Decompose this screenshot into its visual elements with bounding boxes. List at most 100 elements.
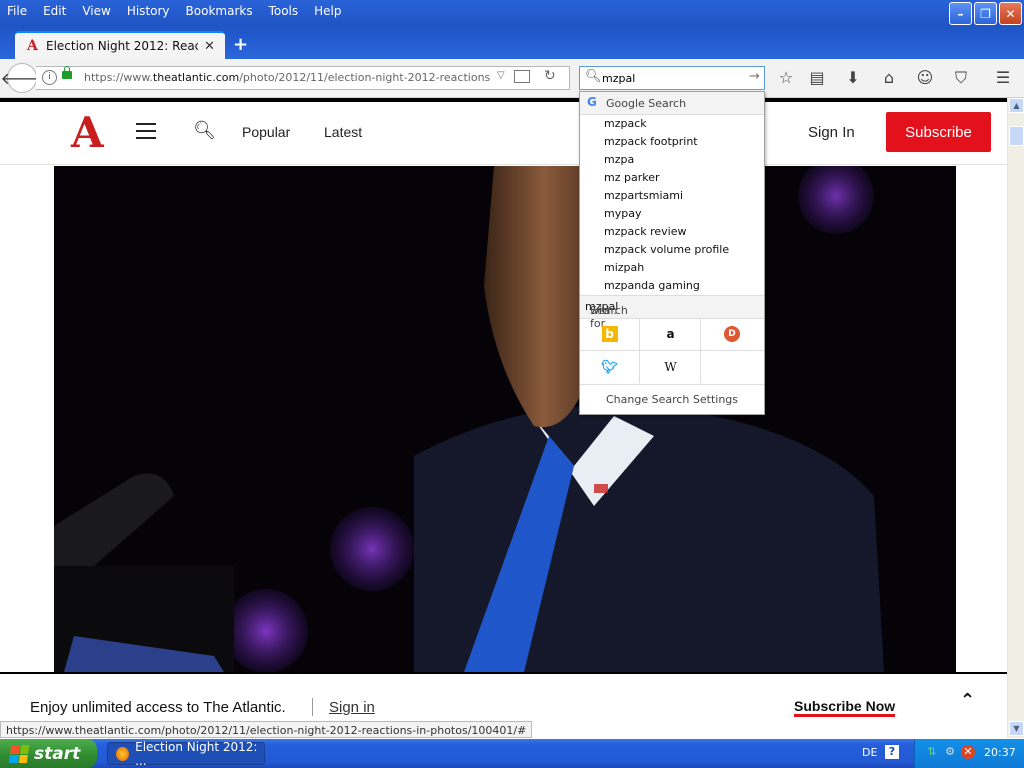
suggestion-item[interactable]: mzpack volume profile — [580, 241, 764, 259]
search-engine-name: Google Search — [606, 97, 687, 110]
hero-photo — [54, 166, 956, 672]
engine-duckduckgo-button[interactable]: D — [702, 318, 762, 350]
language-indicator[interactable]: DE — [862, 746, 877, 759]
search-suggestions-popup: G Google Search mzpack mzpack footprint … — [579, 91, 765, 415]
tab-close-icon[interactable]: ✕ — [204, 39, 215, 54]
engine-bing-button[interactable]: b — [580, 318, 640, 350]
web-page: A 🔍︎ Popular Latest Sign In Subscribe En… — [0, 98, 1007, 721]
search-for-suffix: with: — [590, 304, 618, 317]
sign-in-link[interactable]: Sign In — [808, 124, 855, 141]
paywall-banner: Enjoy unlimited access to The Atlantic. … — [0, 672, 1007, 721]
menu-edit[interactable]: Edit — [43, 4, 66, 18]
paywall-sign-in-link[interactable]: Sign in — [329, 699, 375, 716]
home-icon[interactable]: ⌂ — [879, 68, 899, 87]
downloads-icon[interactable]: ⬇ — [843, 68, 863, 87]
menu-bar: File Edit View History Bookmarks Tools H… — [0, 0, 350, 22]
site-header: A 🔍︎ Popular Latest Sign In Subscribe — [0, 102, 1007, 165]
suggestion-item[interactable]: mzpa — [580, 151, 764, 169]
nav-latest[interactable]: Latest — [324, 124, 362, 140]
secure-lock-icon[interactable] — [62, 66, 72, 79]
paywall-divider — [312, 698, 313, 716]
search-for-label: Search for mzpal with: — [580, 295, 764, 330]
subscribe-button[interactable]: Subscribe — [886, 112, 991, 152]
url-history-dropdown-icon[interactable]: ▽ — [497, 70, 505, 81]
reload-icon[interactable]: ↻ — [544, 68, 556, 84]
paywall-message: Enjoy unlimited access to The Atlantic. — [30, 699, 286, 716]
nav-popular[interactable]: Popular — [242, 124, 290, 140]
menu-help[interactable]: Help — [314, 4, 341, 18]
menu-view[interactable]: View — [82, 4, 110, 18]
subscribe-now-link[interactable]: Subscribe Now — [794, 698, 896, 717]
google-icon: G — [587, 95, 597, 109]
engine-twitter-button[interactable]: 🐦︎ — [580, 351, 640, 383]
suggestion-item[interactable]: mz parker — [580, 169, 764, 187]
site-info-icon[interactable]: i — [42, 70, 57, 85]
suggestion-item[interactable]: mizpah — [580, 259, 764, 277]
suggestion-item[interactable]: mzpanda gaming — [580, 277, 764, 295]
scroll-down-arrow-icon[interactable]: ▼ — [1009, 721, 1024, 736]
windows-logo-icon — [8, 744, 30, 763]
navigation-toolbar: 🡐 i https://www.theatlantic.com/photo/20… — [0, 59, 1024, 98]
search-go-arrow-icon[interactable]: → — [749, 69, 760, 84]
engine-amazon-button[interactable]: a — [641, 318, 701, 350]
bookmarks-library-icon[interactable]: ▤ — [807, 68, 827, 87]
amazon-icon: a — [666, 327, 675, 341]
scroll-up-arrow-icon[interactable]: ▲ — [1009, 98, 1024, 113]
search-bar[interactable]: 🔍︎ → — [579, 66, 765, 90]
engine-wikipedia-button[interactable]: W — [641, 351, 701, 383]
search-icon[interactable]: 🔍︎ — [585, 69, 602, 84]
browser-tab-active[interactable]: A Election Night 2012: Reaction... ✕ — [15, 31, 225, 59]
site-menu-icon[interactable] — [136, 123, 156, 144]
tab-title: Election Night 2012: Reaction... — [46, 39, 198, 53]
windows-taskbar: start Election Night 2012: ... DE ? ⇅ ⚙ … — [0, 739, 1024, 768]
taskbar-firefox-window[interactable]: Election Night 2012: ... — [107, 739, 265, 768]
start-label: start — [34, 743, 81, 764]
menu-history[interactable]: History — [127, 4, 170, 18]
suggestion-list: mzpack mzpack footprint mzpa mz parker m… — [580, 115, 764, 295]
duckduckgo-icon: D — [724, 326, 740, 342]
hero-photo-illustration — [54, 166, 956, 672]
minimize-button[interactable]: – — [949, 2, 972, 25]
security-shield-icon[interactable]: ✕ — [961, 745, 975, 759]
back-button[interactable]: 🡐 — [1, 63, 43, 93]
taskbar-window-title: Election Night 2012: ... — [135, 739, 258, 768]
new-tab-button[interactable]: + — [233, 34, 248, 55]
system-tray: ⇅ ⚙ ✕ 20:37 — [914, 739, 1024, 768]
menu-tools[interactable]: Tools — [269, 4, 299, 18]
suggestion-item[interactable]: mzpack review — [580, 223, 764, 241]
hamburger-menu-icon[interactable]: ☰ — [993, 68, 1013, 87]
start-button[interactable]: start — [0, 739, 97, 768]
url-domain: theatlantic.com — [152, 71, 240, 84]
url-bar[interactable]: i https://www.theatlantic.com/photo/2012… — [36, 66, 570, 90]
atlantic-logo[interactable]: A — [71, 108, 104, 157]
url-prefix: https://www. — [84, 71, 153, 84]
reader-view-icon[interactable] — [514, 70, 530, 83]
vertical-scrollbar[interactable]: ▲ ▼ — [1007, 98, 1024, 738]
smiley-feedback-icon[interactable]: ☺ — [915, 68, 935, 87]
url-text[interactable]: https://www.theatlantic.com/photo/2012/1… — [84, 71, 490, 84]
site-search-icon[interactable]: 🔍︎ — [193, 120, 216, 141]
menu-file[interactable]: File — [7, 4, 27, 18]
suggestion-item[interactable]: mzpack — [580, 115, 764, 133]
system-clock[interactable]: 20:37 — [984, 746, 1016, 759]
collapse-caret-icon[interactable]: ⌃ — [960, 690, 975, 711]
bookmark-star-icon[interactable]: ☆ — [776, 68, 796, 87]
pocket-icon[interactable]: ⛉ — [951, 68, 971, 88]
safely-remove-icon[interactable]: ⚙ — [943, 745, 957, 759]
close-window-button[interactable]: ✕ — [999, 2, 1022, 25]
suggestion-item[interactable]: mzpartsmiami — [580, 187, 764, 205]
tab-favicon-icon: A — [27, 38, 38, 54]
help-icon[interactable]: ? — [885, 745, 899, 759]
suggestion-item[interactable]: mypay — [580, 205, 764, 223]
menu-bookmarks[interactable]: Bookmarks — [186, 4, 253, 18]
scrollbar-thumb[interactable] — [1009, 126, 1024, 146]
firefox-icon — [116, 746, 130, 761]
suggestion-item[interactable]: mzpack footprint — [580, 133, 764, 151]
url-path: /photo/2012/11/election-night-2012-react… — [239, 71, 490, 84]
window-controls: – ❐ ✕ — [949, 2, 1022, 25]
change-search-settings-button[interactable]: Change Search Settings — [580, 384, 764, 415]
twitter-icon: 🐦︎ — [601, 359, 618, 375]
restore-button[interactable]: ❐ — [974, 2, 997, 25]
search-input[interactable] — [602, 70, 742, 86]
network-icon[interactable]: ⇅ — [925, 745, 939, 759]
